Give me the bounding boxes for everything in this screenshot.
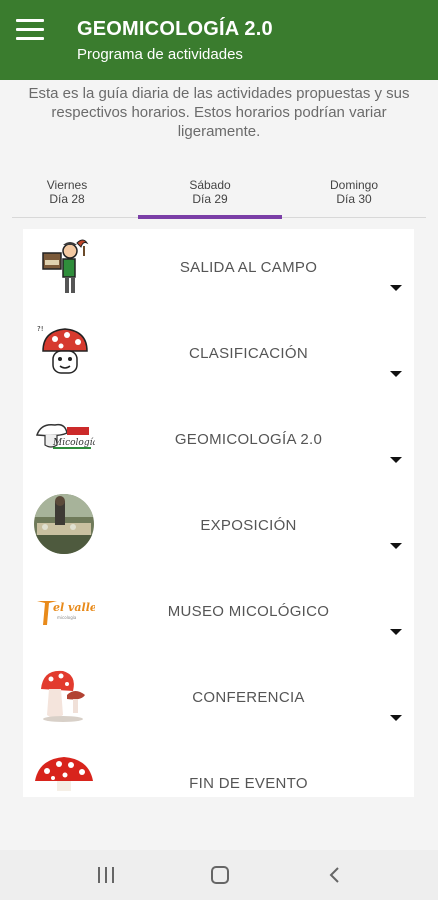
svg-text:Micología: Micología [52, 437, 95, 448]
micologia-logo-icon: Micología [35, 423, 95, 449]
activity-label: FIN DE EVENTO [189, 775, 308, 792]
tab-viernes[interactable]: Viernes Día 28 [12, 170, 122, 218]
activity-label: EXPOSICIÓN [200, 517, 297, 534]
app-subtitle: Programa de actividades [77, 46, 243, 63]
el-valle-logo-icon: el valle micología [37, 601, 95, 625]
svg-text:el valle: el valle [53, 601, 95, 614]
tab-domingo[interactable]: Domingo Día 30 [282, 170, 426, 218]
chevron-down-icon[interactable] [390, 457, 402, 463]
tab-date-label: Día 29 [192, 192, 228, 206]
activity-fin-de-evento[interactable]: FIN DE EVENTO [23, 745, 414, 797]
activity-label: CONFERENCIA [192, 689, 305, 706]
activity-exposicion[interactable]: EXPOSICIÓN [23, 487, 414, 573]
tab-day-label: Sábado [189, 178, 231, 192]
tab-day-label: Viernes [46, 178, 88, 192]
amanita-icon [35, 757, 93, 791]
chevron-down-icon[interactable] [390, 371, 402, 377]
app-bar: GEOMICOLOGÍA 2.0 Programa de actividades [0, 0, 438, 80]
activity-clasificacion[interactable]: ?! CLASIFICACIÓN [23, 315, 414, 401]
active-tab-indicator [138, 215, 282, 219]
intro-text: Esta es la guía diaria de las actividade… [28, 85, 410, 140]
tab-date-label: Día 30 [336, 192, 372, 206]
svg-text:micología: micología [57, 615, 77, 620]
activity-label: MUSEO MICOLÓGICO [167, 603, 330, 620]
chevron-down-icon[interactable] [390, 285, 402, 291]
red-mushrooms-icon [41, 670, 85, 722]
system-nav-bar [0, 850, 438, 900]
activity-museo-micologico[interactable]: el valle micología MUSEO MICOLÓGICO [23, 573, 414, 659]
chevron-down-icon[interactable] [390, 715, 402, 721]
day-tabs: Viernes Día 28 Sábado Día 29 Domingo Día… [12, 170, 426, 219]
activity-label: CLASIFICACIÓN [189, 345, 308, 362]
tab-sabado[interactable]: Sábado Día 29 [138, 170, 282, 219]
mushroom-character-icon: ?! [37, 325, 88, 374]
activity-label: GEOMICOLOGÍA 2.0 [174, 431, 323, 448]
tab-date-label: Día 28 [49, 192, 85, 206]
chevron-down-icon[interactable] [390, 543, 402, 549]
activity-geomicologia[interactable]: Micología GEOMICOLOGÍA 2.0 [23, 401, 414, 487]
home-icon[interactable] [211, 866, 229, 884]
tab-day-label: Domingo [329, 178, 379, 192]
activities-list: SALIDA AL CAMPO ?! CLASIFICACIÓN Micolog… [23, 229, 414, 797]
hiker-icon [42, 239, 89, 293]
back-icon[interactable] [327, 866, 343, 884]
activity-salida-al-campo[interactable]: SALIDA AL CAMPO [23, 229, 414, 315]
svg-text:?!: ?! [37, 325, 44, 333]
recents-icon[interactable] [98, 867, 116, 883]
chevron-down-icon[interactable] [390, 629, 402, 635]
app-title: GEOMICOLOGÍA 2.0 [77, 18, 273, 40]
activity-label: SALIDA AL CAMPO [179, 259, 318, 276]
menu-icon[interactable] [16, 19, 44, 43]
exhibition-photo-icon [34, 494, 94, 554]
activity-conferencia[interactable]: CONFERENCIA [23, 659, 414, 745]
